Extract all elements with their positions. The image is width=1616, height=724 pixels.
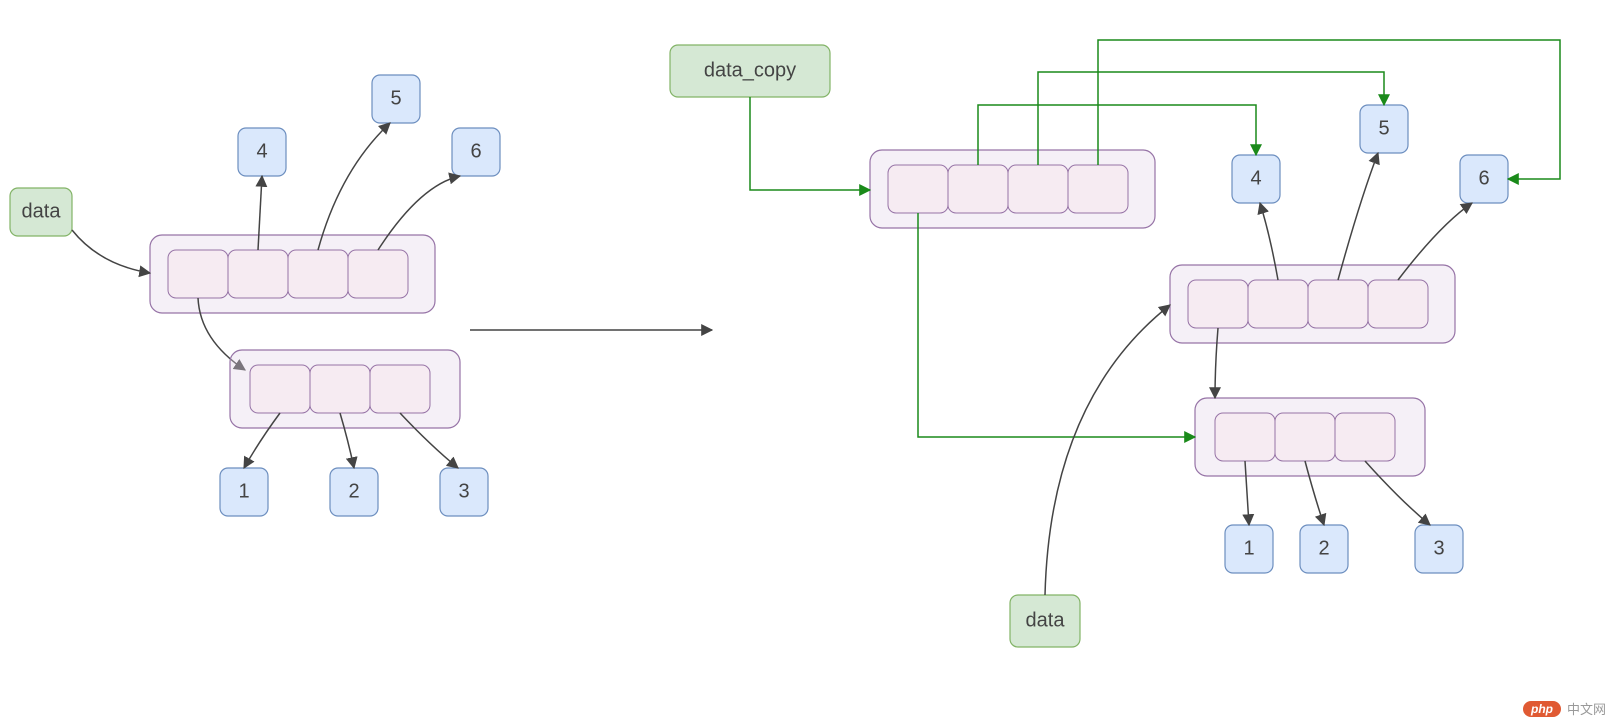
right-num-1-text: 1: [1243, 537, 1254, 559]
copy-slot-0: [888, 165, 948, 213]
right-inner-slot-1: [1275, 413, 1335, 461]
right-num-2-text: 2: [1318, 537, 1329, 559]
right-data-text: data: [1026, 609, 1066, 631]
left-num-5-text: 5: [390, 87, 401, 109]
watermark-text: 中文网: [1567, 699, 1606, 718]
right-num-4-text: 4: [1250, 167, 1261, 189]
left-data-text: data: [22, 200, 62, 222]
right-num-3-text: 3: [1433, 537, 1444, 559]
left-num-6-text: 6: [470, 140, 481, 162]
arrow-data-to-outer: [1045, 305, 1170, 595]
copy-slot-2: [1008, 165, 1068, 213]
left-outer-slot-3: [348, 250, 408, 298]
d-slot2-to-5: [1338, 153, 1378, 280]
copy-slot-1: [948, 165, 1008, 213]
left-outer-slot-1: [228, 250, 288, 298]
php-badge: php: [1523, 701, 1561, 717]
right-inner-slot-2: [1335, 413, 1395, 461]
left-outer-slot-2: [288, 250, 348, 298]
arrow-datacopy-to-list: [750, 97, 870, 190]
left-num-1-text: 1: [238, 480, 249, 502]
left-num-2-text: 2: [348, 480, 359, 502]
left-num-3-text: 3: [458, 480, 469, 502]
g-slot0-to-inner: [918, 213, 1195, 437]
right-num-5-text: 5: [1378, 117, 1389, 139]
data-slot-0: [1188, 280, 1248, 328]
data-slot-3: [1368, 280, 1428, 328]
right-inner-slot-0: [1215, 413, 1275, 461]
left-num-4-text: 4: [256, 140, 267, 162]
right-datacopy-text: data_copy: [704, 59, 796, 81]
left-inner-slot-2: [370, 365, 430, 413]
left-outer-slot-0: [168, 250, 228, 298]
watermark: php 中文网: [1523, 699, 1606, 718]
left-inner-slot-1: [310, 365, 370, 413]
data-slot-1: [1248, 280, 1308, 328]
arrow-slot-to-5: [318, 123, 390, 250]
left-inner-slot-0: [250, 365, 310, 413]
copy-slot-3: [1068, 165, 1128, 213]
right-num-6-text: 6: [1478, 167, 1489, 189]
arrow-data-to-list: [72, 230, 150, 273]
data-slot-2: [1308, 280, 1368, 328]
